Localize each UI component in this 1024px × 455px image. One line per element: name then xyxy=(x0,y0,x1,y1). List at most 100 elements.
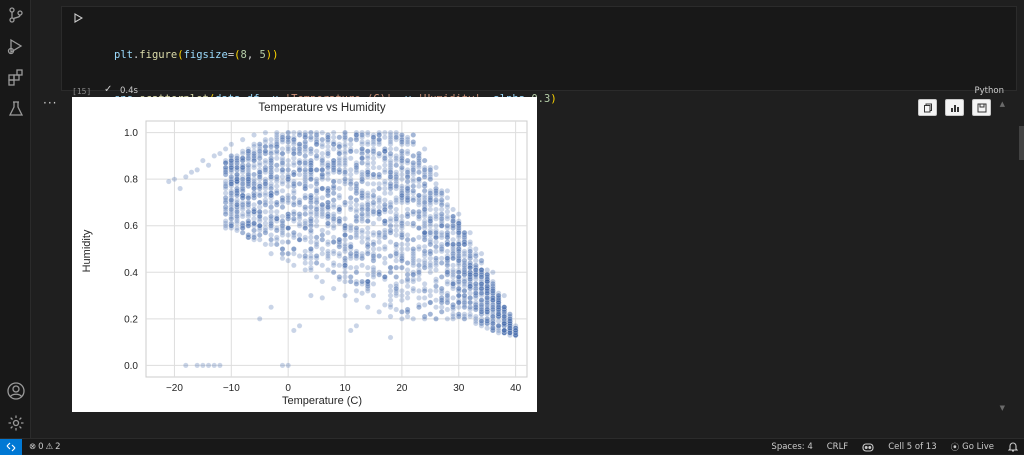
eol-status[interactable]: CRLF xyxy=(827,442,848,452)
data-point xyxy=(467,264,473,271)
data-point xyxy=(268,250,274,257)
data-point xyxy=(359,234,365,241)
scroll-down-arrow-icon[interactable]: ▼ xyxy=(1000,404,1005,412)
data-point xyxy=(393,232,400,238)
data-point xyxy=(222,164,229,171)
data-point xyxy=(319,206,326,213)
data-point xyxy=(484,278,490,285)
data-point xyxy=(308,222,314,229)
data-point xyxy=(319,295,326,301)
data-point xyxy=(416,213,422,220)
data-point xyxy=(347,185,354,192)
data-point xyxy=(421,243,428,250)
data-point xyxy=(382,201,388,208)
account-icon[interactable] xyxy=(5,380,27,402)
data-point xyxy=(200,157,206,164)
data-point xyxy=(399,246,405,252)
data-point xyxy=(245,148,252,155)
data-point xyxy=(347,167,354,173)
data-point xyxy=(410,183,417,189)
data-point xyxy=(364,304,371,310)
source-control-icon[interactable] xyxy=(5,4,27,26)
data-point xyxy=(347,136,354,143)
go-live-button[interactable]: ⦿ Go Live xyxy=(951,441,994,453)
notifications-bell-icon[interactable] xyxy=(1008,441,1018,452)
data-point xyxy=(291,160,297,166)
data-point xyxy=(336,250,343,257)
data-point xyxy=(279,239,286,245)
scrollbar-thumb[interactable] xyxy=(1019,126,1024,160)
data-point xyxy=(467,271,473,278)
execution-count: [15] xyxy=(72,87,92,96)
data-point xyxy=(461,260,468,266)
data-point xyxy=(302,220,309,227)
data-point xyxy=(399,188,405,194)
code-cell[interactable]: plt.figure(figsize=(8, 5)) sns.scatterpl… xyxy=(61,6,1017,192)
data-point xyxy=(234,164,240,171)
settings-gear-icon[interactable] xyxy=(5,412,27,434)
save-output-button[interactable] xyxy=(972,99,991,116)
data-point xyxy=(279,246,286,252)
go-live-label: Go Live xyxy=(962,441,994,452)
data-point xyxy=(438,211,445,217)
data-point xyxy=(410,257,417,264)
data-point xyxy=(262,241,269,248)
extensions-icon[interactable] xyxy=(5,66,27,88)
testing-flask-icon[interactable] xyxy=(5,98,27,120)
data-point xyxy=(353,136,360,143)
data-point xyxy=(421,281,428,287)
data-point xyxy=(404,220,411,227)
data-point xyxy=(461,311,468,317)
cell-position-status[interactable]: Cell 5 of 13 xyxy=(888,442,936,452)
problems-indicator[interactable]: ⊗ 0 ⚠ 2 xyxy=(29,442,61,452)
data-point xyxy=(302,211,309,217)
data-point xyxy=(404,290,411,297)
output-more-actions-button[interactable]: ··· xyxy=(43,96,57,110)
data-point xyxy=(467,229,473,236)
run-debug-icon[interactable] xyxy=(5,35,27,57)
data-point xyxy=(376,136,382,143)
data-point xyxy=(359,262,365,269)
data-point xyxy=(393,176,400,182)
change-presentation-button[interactable] xyxy=(945,99,964,116)
data-point xyxy=(416,269,422,276)
data-point xyxy=(455,257,462,264)
data-point xyxy=(410,250,417,257)
data-point xyxy=(387,171,394,178)
data-point xyxy=(308,183,314,189)
data-point xyxy=(455,234,462,241)
data-point xyxy=(262,143,269,150)
indentation-status[interactable]: Spaces: 4 xyxy=(771,442,812,452)
data-point xyxy=(501,320,508,327)
data-point xyxy=(319,211,326,217)
data-point xyxy=(399,297,405,303)
data-point xyxy=(296,232,303,238)
remote-indicator-button[interactable] xyxy=(0,438,22,455)
data-point xyxy=(279,362,286,369)
scroll-up-arrow-icon[interactable]: ▲ xyxy=(1000,100,1005,108)
data-point xyxy=(319,157,326,164)
data-point xyxy=(382,260,388,266)
data-point xyxy=(313,129,320,136)
data-point xyxy=(239,204,246,210)
data-point xyxy=(234,192,240,199)
data-point xyxy=(370,208,377,215)
error-icon: ⊗ xyxy=(29,441,37,452)
data-point xyxy=(393,213,400,220)
data-point xyxy=(382,169,388,175)
data-point xyxy=(291,208,297,215)
data-point xyxy=(461,304,468,310)
data-point xyxy=(450,213,456,220)
data-point xyxy=(319,236,326,243)
data-point xyxy=(325,164,331,171)
run-cell-button[interactable] xyxy=(74,13,84,26)
data-point xyxy=(268,204,274,210)
data-point xyxy=(285,213,291,220)
copy-output-button[interactable] xyxy=(918,99,937,116)
data-point xyxy=(359,146,365,152)
data-point xyxy=(256,213,263,220)
cell-language[interactable]: Python xyxy=(975,86,1004,96)
copilot-icon[interactable] xyxy=(862,442,874,452)
data-point xyxy=(382,162,388,169)
data-point xyxy=(256,174,263,180)
